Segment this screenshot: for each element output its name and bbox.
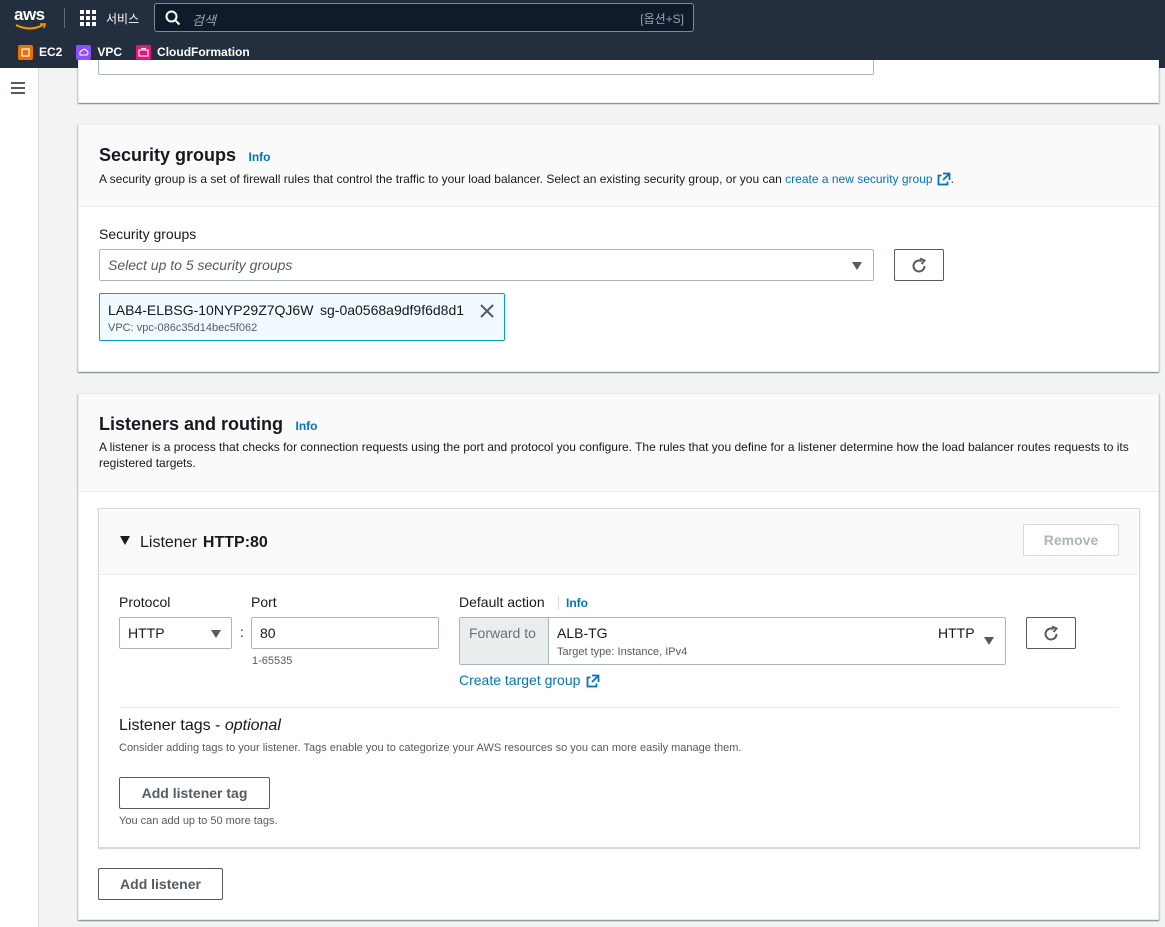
favorite-cloudformation[interactable]: CloudFormation bbox=[136, 44, 250, 60]
port-value: 80 bbox=[260, 625, 276, 641]
search-placeholder: 검색 bbox=[192, 13, 216, 28]
protocol-port-separator: : bbox=[240, 624, 244, 640]
favorite-vpc-label: VPC bbox=[97, 45, 123, 59]
favorite-vpc[interactable]: VPC bbox=[76, 44, 123, 60]
target-group-protocol: HTTP bbox=[938, 625, 975, 641]
listeners-panel: Listeners and routing Info A listener is… bbox=[78, 393, 1159, 920]
info-divider bbox=[558, 596, 559, 610]
listener-header: Listener HTTP:80 Remove bbox=[99, 509, 1139, 575]
protocol-value: HTTP bbox=[128, 625, 165, 641]
listeners-header: Listeners and routing Info A listener is… bbox=[79, 394, 1158, 492]
listener-tags-optional: optional bbox=[224, 717, 281, 734]
security-groups-info-link[interactable]: Info bbox=[248, 150, 270, 164]
listeners-info-link[interactable]: Info bbox=[295, 419, 317, 433]
listener-tags-title-text: Listener tags - bbox=[119, 717, 225, 734]
previous-section-panel bbox=[78, 60, 1159, 103]
add-listener-tag-button[interactable]: Add listener tag bbox=[119, 777, 270, 809]
remove-listener-button[interactable]: Remove bbox=[1023, 524, 1119, 556]
listeners-title-row: Listeners and routing Info bbox=[99, 414, 317, 435]
forward-to-target-group-select[interactable]: Forward to ALB-TG Target type: Instance,… bbox=[459, 617, 1006, 665]
target-group-type: Target type: Instance, IPv4 bbox=[557, 646, 688, 658]
listener-container: Listener HTTP:80 Remove Protocol HTTP : P… bbox=[98, 508, 1140, 848]
aws-logo[interactable]: aws bbox=[14, 5, 48, 31]
protocol-label: Protocol bbox=[119, 594, 171, 610]
refresh-icon bbox=[912, 257, 927, 273]
default-action-info-link[interactable]: Info bbox=[566, 596, 588, 610]
services-grid-icon bbox=[80, 9, 97, 27]
search-shortcut: [옵션+S] bbox=[640, 12, 684, 26]
security-groups-header: Security groups Info A security group is… bbox=[79, 125, 1158, 207]
port-hint: 1-65535 bbox=[252, 655, 293, 667]
protocol-select[interactable]: HTTP bbox=[119, 617, 232, 649]
create-target-group-row: Create target group bbox=[459, 672, 600, 688]
close-icon[interactable] bbox=[479, 303, 495, 319]
security-groups-description-text: A security group is a set of firewall ru… bbox=[99, 172, 782, 186]
refresh-icon bbox=[1044, 625, 1059, 641]
add-listener-button[interactable]: Add listener bbox=[98, 868, 223, 900]
security-groups-title: Security groups bbox=[99, 145, 237, 165]
search-icon bbox=[165, 10, 181, 26]
menu-icon[interactable] bbox=[11, 82, 25, 94]
default-action-label: Default action bbox=[459, 594, 545, 610]
port-input[interactable]: 80 bbox=[251, 617, 439, 649]
nav-divider bbox=[64, 8, 65, 28]
services-label: 서비스 bbox=[106, 11, 140, 26]
search-input[interactable]: 검색 [옵션+S] bbox=[154, 3, 694, 32]
security-groups-select-placeholder: Select up to 5 security groups bbox=[108, 257, 293, 273]
favorites-bar: EC2 VPC CloudFormation bbox=[0, 42, 264, 62]
refresh-target-groups-button[interactable] bbox=[1026, 617, 1076, 649]
security-groups-title-row: Security groups Info bbox=[99, 145, 270, 166]
caret-down-icon bbox=[852, 262, 862, 270]
previous-field-edge bbox=[98, 60, 874, 75]
security-group-id: sg-0a0568a9df9f6d8d1 bbox=[320, 302, 465, 318]
expand-toggle-icon[interactable] bbox=[120, 536, 130, 545]
listener-label: Listener bbox=[140, 534, 197, 551]
listeners-title: Listeners and routing bbox=[99, 414, 284, 434]
aws-smile-icon bbox=[15, 23, 47, 30]
cloudformation-icon bbox=[136, 44, 152, 60]
favorite-ec2-label: EC2 bbox=[39, 45, 63, 59]
listener-tags-title: Listener tags - optional bbox=[119, 717, 281, 735]
vpc-icon bbox=[76, 44, 92, 60]
ec2-icon bbox=[18, 44, 33, 60]
security-group-vpc: VPC: vpc-086c35d14bec5f062 bbox=[108, 322, 258, 334]
caret-down-icon bbox=[211, 630, 221, 638]
section-divider bbox=[119, 707, 1119, 708]
side-navigation-rail bbox=[0, 68, 39, 927]
port-label: Port bbox=[251, 594, 277, 610]
security-groups-description: A security group is a set of firewall ru… bbox=[99, 171, 954, 187]
security-groups-select[interactable]: Select up to 5 security groups bbox=[99, 249, 874, 281]
target-group-name: ALB-TG bbox=[557, 625, 608, 641]
external-link-icon[interactable] bbox=[586, 674, 600, 688]
security-groups-description-end: . bbox=[950, 172, 954, 186]
create-target-group-link[interactable]: Create target group bbox=[459, 672, 580, 688]
listener-name: HTTP:80 bbox=[202, 534, 268, 551]
create-security-group-link[interactable]: create a new security group bbox=[785, 172, 932, 186]
listener-tags-description: Consider adding tags to your listener. T… bbox=[119, 742, 742, 754]
refresh-security-groups-button[interactable] bbox=[894, 249, 944, 281]
security-groups-panel: Security groups Info A security group is… bbox=[78, 124, 1159, 372]
security-group-name: LAB4-ELBSG-10NYP29Z7QJ6W bbox=[108, 302, 314, 318]
top-navigation: aws 서비스 검색 [옵션+S] EC2 VPC CloudFormation bbox=[0, 0, 1165, 68]
caret-down-icon bbox=[984, 637, 994, 645]
listeners-description: A listener is a process that checks for … bbox=[99, 440, 1129, 470]
selected-security-group-token: LAB4-ELBSG-10NYP29Z7QJ6W sg-0a0568a9df9f… bbox=[99, 293, 505, 341]
external-link-icon[interactable] bbox=[937, 172, 951, 186]
services-menu-button[interactable]: 서비스 bbox=[80, 8, 139, 28]
listener-heading[interactable]: Listener HTTP:80 bbox=[140, 534, 268, 552]
security-groups-field-label: Security groups bbox=[99, 226, 197, 242]
listener-tags-hint: You can add up to 50 more tags. bbox=[119, 815, 278, 827]
favorite-cloudformation-label: CloudFormation bbox=[157, 45, 250, 59]
favorite-ec2[interactable]: EC2 bbox=[18, 44, 63, 60]
aws-logo-text: aws bbox=[14, 5, 45, 24]
forward-to-prefix: Forward to bbox=[460, 618, 549, 664]
